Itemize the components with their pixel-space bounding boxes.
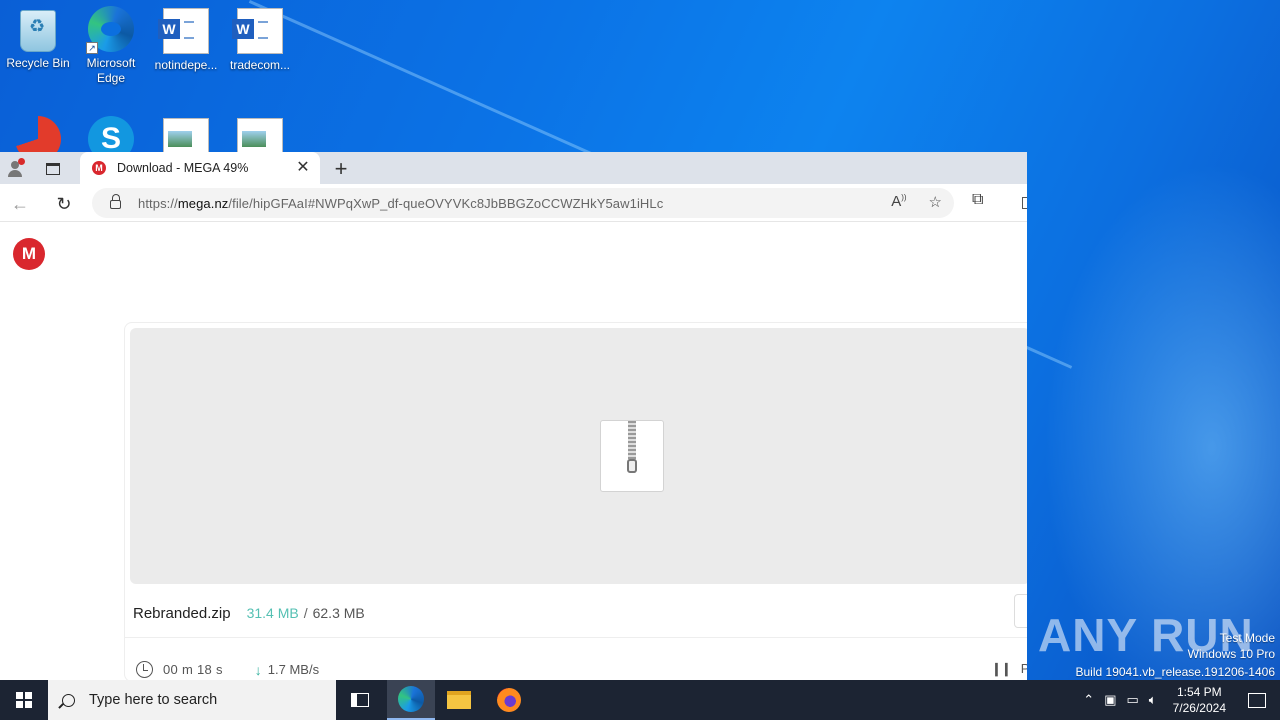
system-tray: ⌃ ▣ ▭ 🔈︎ 1:54 PM 7/26/2024: [1083, 680, 1280, 720]
file-name: Rebranded.zip: [133, 605, 231, 622]
time-remaining: 00 m 18 s: [163, 662, 223, 677]
download-card: Rebranded.zip 31.4 MB / 62.3 MB 00 m 18 …: [124, 322, 1027, 680]
address-bar[interactable]: https://mega.nz/file/hipGFAaI#NWPqXwP_df…: [92, 188, 954, 218]
downloaded-size: 31.4 MB: [246, 605, 299, 621]
folder-icon: [447, 691, 471, 709]
back-arrow-icon[interactable]: ←: [7, 191, 33, 217]
read-aloud-icon[interactable]: A)): [891, 193, 906, 211]
os-edition-label: Windows 10 Pro: [1187, 647, 1275, 661]
taskbar-firefox-button[interactable]: [485, 680, 533, 720]
lock-icon[interactable]: [110, 194, 121, 209]
search-icon: [62, 693, 75, 707]
download-action-button[interactable]: [1014, 594, 1027, 628]
taskbar-edge-button[interactable]: [387, 680, 435, 720]
desktop-icon-label: tradecom...: [229, 58, 291, 72]
test-mode-label: Test Mode: [1219, 631, 1275, 645]
tab-title: Download - MEGA 49%: [117, 161, 249, 175]
taskbar: Type here to search ⌃ ▣ ▭ 🔈︎ 1:54 PM 7/2…: [0, 680, 1280, 720]
tab-strip: M Download - MEGA 49% ✕ +: [0, 152, 1027, 184]
recycle-bin-icon: [20, 10, 56, 52]
task-view-icon: [351, 693, 369, 707]
taskbar-clock[interactable]: 1:54 PM 7/26/2024: [1173, 684, 1226, 716]
mega-favicon: M: [92, 161, 106, 175]
new-tab-button[interactable]: +: [328, 156, 354, 182]
browser-window: M Download - MEGA 49% ✕ + ← ↻ https://me…: [0, 152, 1027, 680]
total-size: 62.3 MB: [312, 605, 365, 621]
clock-icon: [136, 661, 153, 678]
file-info-row: Rebranded.zip 31.4 MB / 62.3 MB: [133, 605, 365, 622]
edge-icon: ↗: [86, 6, 134, 54]
shortcut-arrow-icon: ↗: [86, 42, 98, 54]
taskbar-file-explorer-button[interactable]: [435, 680, 483, 720]
download-speed: 1.7 MB/s: [267, 662, 320, 677]
desktop-icon-recycle-bin[interactable]: Recycle Bin: [0, 2, 76, 71]
notification-dot: [18, 158, 25, 165]
download-arrow-icon: ↓: [254, 661, 262, 678]
clock-time: 1:54 PM: [1176, 685, 1222, 699]
size-separator: /: [303, 605, 308, 621]
profile-button[interactable]: [2, 156, 28, 182]
clock-date: 7/26/2024: [1172, 701, 1226, 715]
tab-mega-download[interactable]: M Download - MEGA 49% ✕: [80, 152, 320, 184]
show-hidden-icons-chevron-icon[interactable]: ⌃: [1083, 692, 1094, 708]
desktop-icon-label: Microsoft Edge: [86, 56, 136, 85]
file-preview-area: [130, 328, 1027, 584]
volume-icon[interactable]: 🔈︎: [1149, 692, 1157, 708]
search-placeholder: Type here to search: [89, 692, 218, 708]
word-document-icon: [158, 8, 209, 54]
windows-logo-icon: [16, 692, 32, 708]
network-icon[interactable]: ▭: [1127, 692, 1139, 708]
meet-now-icon[interactable]: ▣: [1104, 692, 1116, 708]
notifications-icon[interactable]: [1248, 692, 1266, 708]
zip-file-icon: [600, 420, 664, 492]
desktop-icon-edge[interactable]: ↗ Microsoft Edge: [73, 0, 149, 86]
divider: [125, 637, 1027, 638]
mega-logo[interactable]: M: [13, 238, 45, 270]
mega-page: M Rebranded.zip 31.4 MB / 62.3 MB 00 m 1…: [0, 222, 1027, 680]
favorite-star-icon[interactable]: ☆: [929, 193, 942, 211]
tab-actions-icon: [46, 163, 60, 175]
reload-icon[interactable]: ↻: [51, 191, 77, 217]
desktop-icon-word-doc-2[interactable]: tradecom...: [222, 2, 298, 73]
pause-button[interactable]: ❙❙ Pa: [991, 661, 1027, 677]
edge-icon: [398, 686, 424, 712]
desktop-icon-label: notindepe...: [154, 58, 218, 72]
address-toolbar: ← ↻ https://mega.nz/file/hipGFAaI#NWPqXw…: [0, 184, 1027, 222]
word-document-icon: [232, 8, 283, 54]
taskbar-search-box[interactable]: Type here to search: [48, 680, 336, 720]
build-label: Build 19041.vb_release.191206-1406: [1075, 665, 1276, 679]
desktop-icon-word-doc-1[interactable]: notindepe...: [148, 2, 224, 73]
split-screen-icon[interactable]: [1022, 197, 1027, 209]
task-view-button[interactable]: [336, 680, 384, 720]
url-text[interactable]: https://mega.nz/file/hipGFAaI#NWPqXwP_df…: [138, 196, 663, 211]
close-tab-icon[interactable]: ✕: [294, 159, 312, 177]
pause-label: Pa: [1020, 661, 1027, 676]
start-button[interactable]: [0, 680, 48, 720]
download-stats: 00 m 18 s ↓ 1.7 MB/s: [136, 661, 319, 678]
desktop-icon-label: Recycle Bin: [6, 56, 70, 70]
firefox-icon: [497, 688, 521, 712]
pause-icon: ❙❙: [991, 661, 1012, 676]
tab-actions-button[interactable]: [40, 156, 66, 182]
extensions-icon[interactable]: ⧉: [972, 191, 983, 209]
